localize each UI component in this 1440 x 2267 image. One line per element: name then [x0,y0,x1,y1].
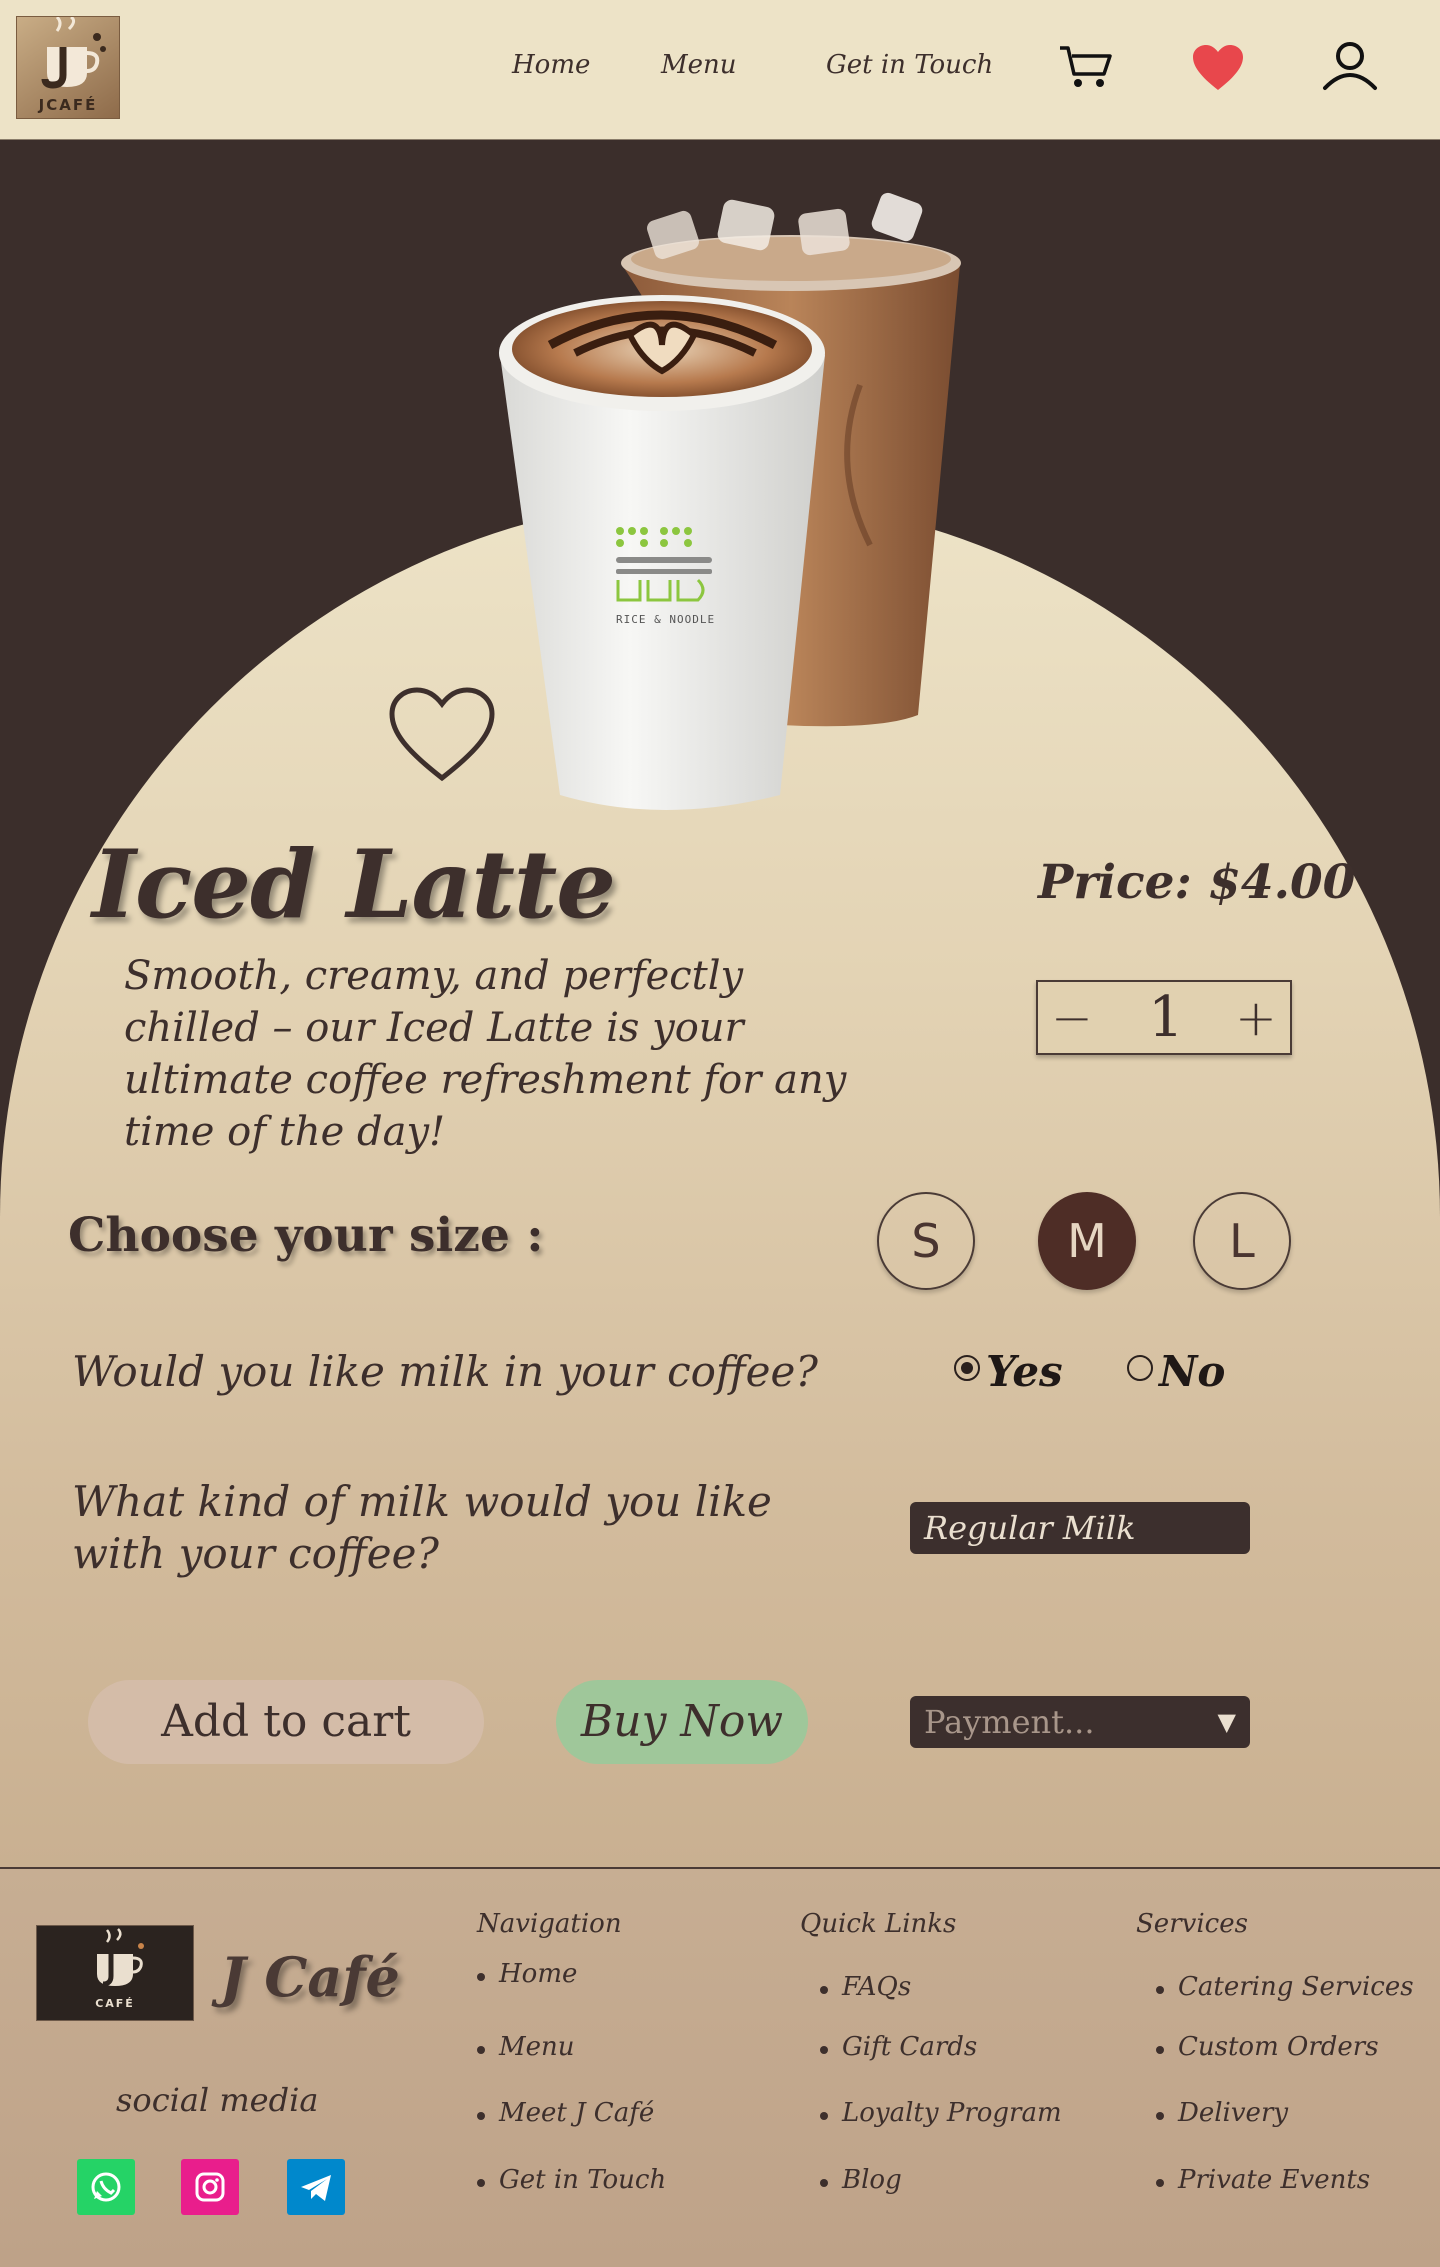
product-description: Smooth, creamy, and perfectly chilled – … [124,953,847,1155]
heart-icon[interactable] [1192,44,1244,96]
footer-logo-text: CAFÉ [95,1997,135,2010]
telegram-icon[interactable] [287,2159,345,2215]
footer-link-faqs[interactable]: FAQs [819,1972,911,2002]
favorite-heart-icon[interactable] [388,686,496,788]
nav-home[interactable]: Home [512,50,590,80]
footer-link-meet[interactable]: Meet J Café [476,2098,654,2128]
footer-quick-links-title: Quick Links [800,1909,957,1939]
footer-link-private-events[interactable]: Private Events [1155,2165,1370,2195]
cart-icon[interactable] [1058,44,1114,94]
size-option-s[interactable]: S [877,1192,975,1290]
radio-unchecked-icon [1127,1355,1153,1381]
footer-logo[interactable]: CAFÉ [36,1925,194,2021]
footer-navigation-title: Navigation [477,1909,622,1939]
whatsapp-icon[interactable] [77,2159,135,2215]
cup-brand-text: RICE & NOODLE [616,613,715,626]
logo-text: JCAFÉ [38,96,98,114]
user-icon[interactable] [1322,40,1378,96]
product-title: Iced Latte [92,830,616,940]
product-image: RICE & NOODLE [480,185,1000,829]
buy-now-button[interactable]: Buy Now [556,1680,808,1764]
footer-services-title: Services [1136,1909,1248,1939]
nav-menu[interactable]: Menu [661,50,737,80]
footer-link-blog[interactable]: Blog [820,2165,902,2195]
add-to-cart-button[interactable]: Add to cart [88,1680,484,1764]
decrement-button[interactable]: − [1044,990,1100,1046]
chevron-down-icon: ▼ [1217,1708,1236,1736]
milk-yes-label: Yes [986,1347,1063,1396]
quantity-stepper: − 1 + [1036,980,1292,1055]
footer-link-home[interactable]: Home [476,1959,577,1989]
milk-no-label: No [1159,1347,1226,1396]
milk-kind-question: What kind of milk would you like with yo… [72,1477,772,1578]
quantity-value: 1 [1148,985,1184,1050]
size-option-l[interactable]: L [1193,1192,1291,1290]
payment-placeholder: Payment... [924,1703,1095,1741]
size-option-m[interactable]: M [1038,1192,1136,1290]
footer-link-loyalty[interactable]: Loyalty Program [820,2098,1062,2128]
footer-link-get-in-touch[interactable]: Get in Touch [476,2165,666,2195]
footer-link-catering[interactable]: Catering Services [1156,1972,1414,2002]
footer-link-custom-orders[interactable]: Custom Orders [1156,2032,1379,2062]
radio-checked-icon [954,1355,980,1381]
increment-button[interactable]: + [1228,990,1284,1046]
footer-link-delivery[interactable]: Delivery [1155,2098,1288,2128]
size-label: Choose your size : [68,1208,544,1263]
footer-brand: J Café [220,1945,400,2009]
logo[interactable]: JCAFÉ [16,16,120,119]
site-footer: CAFÉ J Café social media Navigation Home… [0,1867,1440,2267]
product-price: Price: $4.00 [1038,855,1356,910]
payment-select[interactable]: Payment... ▼ [910,1696,1250,1748]
footer-link-menu[interactable]: Menu [477,2032,575,2062]
nav-get-in-touch[interactable]: Get in Touch [826,50,993,80]
site-header: JCAFÉ Home Menu Get in Touch [0,0,1440,140]
instagram-icon[interactable] [181,2159,239,2215]
milk-kind-select[interactable]: Regular Milk [910,1502,1250,1554]
footer-link-gift-cards[interactable]: Gift Cards [819,2032,977,2062]
social-media-title: social media [116,2081,319,2119]
milk-question: Would you like milk in your coffee? [72,1347,818,1396]
